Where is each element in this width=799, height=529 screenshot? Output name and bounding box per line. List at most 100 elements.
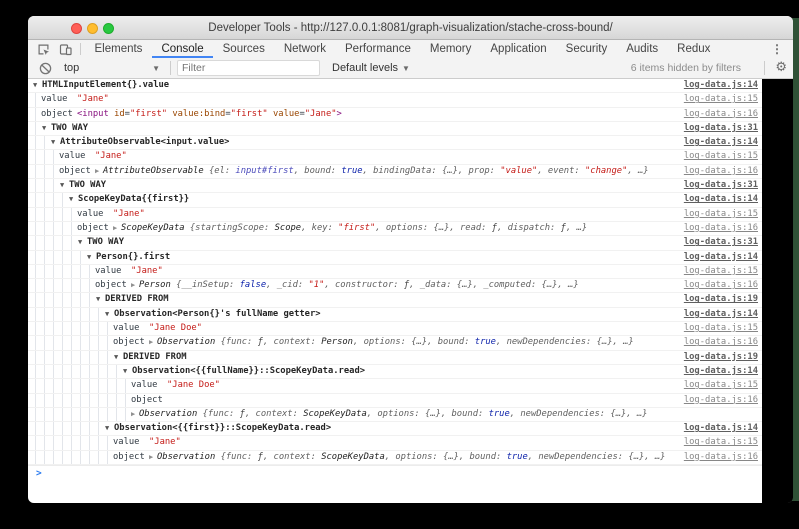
tree-guide	[44, 407, 45, 422]
group-toggle-icon[interactable]: ▼	[105, 422, 114, 435]
console-row: value "Jane" log-data.js:15	[28, 436, 762, 451]
source-link[interactable]: log-data.js:19	[684, 351, 758, 364]
group-toggle-icon[interactable]: ▼	[33, 79, 42, 92]
console-row: object ▶ ScopeKeyData {startingScope: Scop…	[28, 221, 762, 237]
tree-guide	[53, 379, 54, 393]
device-toolbar-icon[interactable]	[58, 42, 73, 57]
tree-guide	[71, 393, 72, 407]
tab-console[interactable]: Console	[152, 40, 213, 58]
tree-guide	[35, 350, 36, 364]
expand-object-icon[interactable]: ▶	[149, 336, 157, 349]
tree-guide	[116, 379, 117, 393]
source-link[interactable]: log-data.js:15	[684, 265, 758, 278]
log-text: , options: {…}, bound:	[384, 451, 507, 462]
tree-guide	[44, 250, 45, 264]
expand-object-icon[interactable]: ▶	[113, 222, 121, 235]
expand-object-icon[interactable]: ▶	[95, 165, 103, 178]
source-link[interactable]: log-data.js:15	[684, 93, 758, 106]
tree-guide	[62, 422, 63, 436]
tree-guide	[53, 207, 54, 221]
tab-security[interactable]: Security	[556, 40, 617, 58]
tree-guide	[44, 436, 45, 450]
group-toggle-icon[interactable]: ▼	[96, 293, 105, 306]
source-link[interactable]: log-data.js:31	[684, 122, 758, 135]
source-link[interactable]: log-data.js:16	[684, 222, 758, 235]
source-link[interactable]: log-data.js:14	[684, 422, 758, 435]
tree-guide	[98, 450, 99, 465]
source-link[interactable]: log-data.js:15	[684, 322, 758, 335]
source-link[interactable]: log-data.js:19	[684, 293, 758, 306]
devtools-tab-bar: Elements Console Sources Network Performance…	[28, 40, 793, 58]
group-toggle-icon[interactable]: ▼	[114, 351, 123, 364]
tree-guide	[125, 393, 126, 407]
source-link[interactable]: log-data.js:16	[684, 108, 758, 121]
source-link[interactable]: log-data.js:16	[684, 165, 758, 178]
source-link[interactable]: log-data.js:31	[684, 179, 758, 192]
tree-guide	[44, 350, 45, 364]
tab-application[interactable]: Application	[481, 40, 556, 58]
tree-guide	[80, 393, 81, 407]
tab-sources[interactable]: Sources	[213, 40, 274, 58]
log-level-selector[interactable]: Default levels ▼	[332, 62, 410, 74]
source-link[interactable]: log-data.js:14	[684, 365, 758, 378]
tab-network[interactable]: Network	[274, 40, 335, 58]
log-text: "Jane"	[149, 437, 181, 448]
source-link[interactable]: log-data.js:14	[684, 193, 758, 206]
inspect-element-icon[interactable]	[36, 42, 51, 57]
log-text: "Jane Doe"	[167, 380, 220, 391]
tab-audits[interactable]: Audits	[617, 40, 668, 58]
more-options-icon[interactable]: ⋮	[771, 40, 783, 58]
expand-object-icon[interactable]: ▶	[149, 451, 157, 464]
source-link[interactable]: log-data.js:16	[684, 279, 758, 292]
group-toggle-icon[interactable]: ▼	[78, 236, 87, 249]
console-row: ▼ TWO WAY log-data.js:31	[28, 179, 762, 194]
log-text: , …}	[627, 165, 649, 176]
tab-performance[interactable]: Performance	[336, 40, 421, 58]
source-link[interactable]: log-data.js:16	[684, 336, 758, 349]
source-link[interactable]: log-data.js:16	[684, 394, 758, 407]
log-text: "Jane"	[304, 108, 337, 119]
tree-guide	[35, 279, 36, 293]
chevron-down-icon: ▼	[152, 63, 160, 73]
tab-elements[interactable]: Elements	[85, 40, 152, 58]
console-row: object ▶ Observation {func: ƒ, context: Sc…	[28, 450, 762, 466]
console-prompt[interactable]: >	[28, 465, 762, 481]
tree-guide	[35, 207, 36, 221]
tree-guide	[53, 236, 54, 250]
source-link[interactable]: log-data.js:16	[684, 451, 758, 464]
source-link[interactable]: log-data.js:15	[684, 150, 758, 163]
tree-guide	[89, 393, 90, 407]
tree-guide	[62, 264, 63, 279]
tree-guide	[44, 379, 45, 393]
group-toggle-icon[interactable]: ▼	[51, 136, 60, 149]
group-toggle-icon[interactable]: ▼	[60, 179, 69, 192]
expand-object-icon[interactable]: ▶	[131, 279, 139, 292]
group-toggle-icon[interactable]: ▼	[42, 122, 51, 135]
log-key-label: value	[113, 323, 140, 334]
gear-icon[interactable]: ⚙	[775, 58, 787, 78]
source-link[interactable]: log-data.js:15	[684, 208, 758, 221]
tree-guide	[89, 336, 90, 350]
group-toggle-icon[interactable]: ▼	[69, 193, 78, 206]
group-toggle-icon[interactable]: ▼	[105, 308, 114, 321]
tree-guide	[125, 407, 126, 422]
group-toggle-icon[interactable]: ▼	[123, 365, 132, 378]
execution-context-selector[interactable]: top ▼	[64, 62, 160, 74]
log-key-label: value	[131, 380, 158, 391]
tab-memory[interactable]: Memory	[420, 40, 481, 58]
group-toggle-icon[interactable]: ▼	[87, 251, 96, 264]
console-row: value "Jane" log-data.js:15	[28, 264, 762, 280]
source-link[interactable]: log-data.js:14	[684, 79, 758, 92]
tab-redux[interactable]: Redux	[668, 40, 720, 58]
source-link[interactable]: log-data.js:15	[684, 436, 758, 449]
tree-guide	[80, 336, 81, 350]
tree-guide	[80, 379, 81, 393]
source-link[interactable]: log-data.js:15	[684, 379, 758, 392]
source-link[interactable]: log-data.js:14	[684, 251, 758, 264]
source-link[interactable]: log-data.js:31	[684, 236, 758, 249]
expand-object-icon[interactable]: ▶	[131, 408, 139, 421]
source-link[interactable]: log-data.js:14	[684, 136, 758, 149]
filter-input[interactable]	[177, 60, 320, 76]
clear-console-icon[interactable]	[39, 62, 52, 75]
source-link[interactable]: log-data.js:14	[684, 308, 758, 321]
